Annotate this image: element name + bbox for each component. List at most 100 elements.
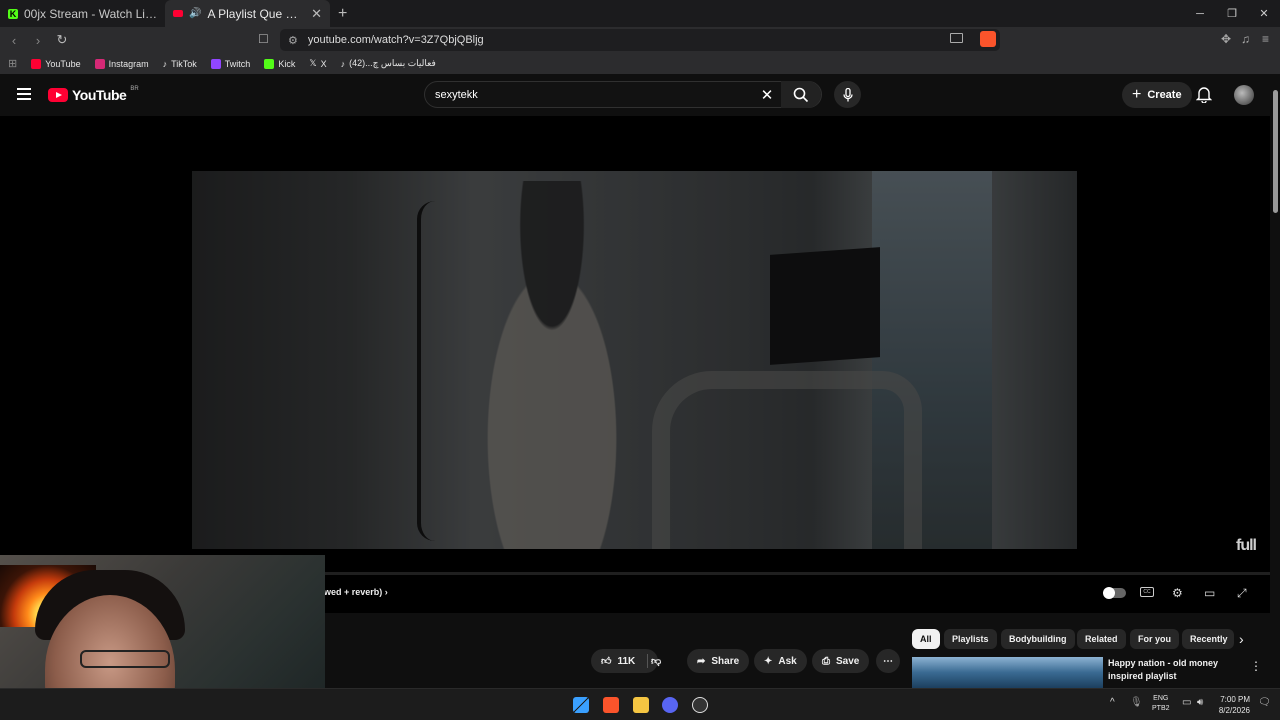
forward-button[interactable]: › bbox=[28, 33, 48, 48]
progress-bar[interactable] bbox=[325, 572, 1270, 575]
search-input[interactable] bbox=[435, 88, 753, 101]
tab-youtube[interactable]: 🔊 A Playlist Que Mantém o Gan ✕ bbox=[165, 0, 330, 27]
cast-icon[interactable] bbox=[950, 33, 963, 43]
page-scrollbar[interactable] bbox=[1270, 74, 1280, 688]
youtube-favicon-icon bbox=[173, 10, 183, 17]
recommendation-menu-icon[interactable]: ⋮ bbox=[1250, 659, 1262, 673]
brave-shield-icon[interactable] bbox=[980, 31, 996, 47]
chip-all[interactable]: All bbox=[912, 629, 940, 649]
reload-button[interactable]: ↻ bbox=[52, 32, 72, 48]
video-dim-overlay bbox=[192, 171, 1077, 549]
bookmark-kick[interactable]: Kick bbox=[264, 58, 295, 69]
recommendation-title[interactable]: Happy nation - old money inspired playli… bbox=[1108, 657, 1248, 683]
dislike-button[interactable]: 👎︎ bbox=[647, 649, 665, 673]
more-actions-button[interactable]: ⋯ bbox=[876, 649, 900, 673]
tab-title: A Playlist Que Mantém o Gan bbox=[207, 6, 305, 21]
chip-related[interactable]: Related bbox=[1077, 629, 1126, 649]
bookmark-tiktok-events[interactable]: ♪ فعاليات بساس چ...(42) bbox=[341, 58, 436, 69]
plus-icon: + bbox=[1132, 86, 1142, 103]
x-icon: 𝕏 bbox=[309, 58, 317, 68]
microphone-icon bbox=[842, 87, 853, 101]
chip-for-you[interactable]: For you bbox=[1130, 629, 1179, 649]
theater-mode-icon[interactable]: ▭ bbox=[1204, 586, 1215, 600]
volume-icon[interactable]: 🔊︎ bbox=[1197, 697, 1203, 708]
account-avatar[interactable] bbox=[1234, 85, 1254, 105]
search-button[interactable] bbox=[781, 81, 821, 108]
more-horizontal-icon: ⋯ bbox=[883, 655, 893, 667]
bookmark-tiktok[interactable]: ♪ TikTok bbox=[163, 59, 197, 69]
webcam-person-glasses bbox=[80, 650, 170, 668]
brave-browser-icon[interactable] bbox=[603, 697, 619, 713]
tiktok-icon: ♪ bbox=[340, 58, 346, 69]
thumbs-up-icon: 👍︎ bbox=[601, 656, 612, 667]
tab-kick[interactable]: K 00jx Stream - Watch Live on Kick bbox=[0, 0, 165, 27]
notification-center-icon[interactable]: 🗨︎ bbox=[1258, 697, 1271, 708]
twitch-icon bbox=[210, 58, 221, 69]
chip-playlists[interactable]: Playlists bbox=[944, 629, 997, 649]
recommendation-thumbnail[interactable] bbox=[912, 657, 1103, 688]
input-language[interactable]: ENG PTB2 bbox=[1152, 694, 1170, 714]
video-player[interactable]: full wed + reverb) › CC ⚙ ▭ ⤢ bbox=[0, 116, 1270, 613]
tray-expand-icon[interactable]: ^ bbox=[1110, 697, 1115, 708]
youtube-logo[interactable]: YouTube BR bbox=[48, 86, 139, 103]
notifications-bell-icon[interactable] bbox=[1196, 86, 1212, 103]
windows-start-icon[interactable] bbox=[573, 697, 589, 713]
share-button[interactable]: ➦ Share bbox=[687, 649, 750, 673]
create-button[interactable]: + Create bbox=[1122, 82, 1192, 108]
kick-icon bbox=[264, 58, 275, 69]
site-info-icon[interactable]: ⚙ bbox=[288, 34, 298, 47]
video-frame[interactable] bbox=[192, 171, 1077, 549]
close-window-button[interactable]: ✕ bbox=[1248, 0, 1280, 27]
scrollbar-thumb[interactable] bbox=[1273, 90, 1278, 213]
bookmarks-bar: ⊞ YouTube Instagram ♪ TikTok Twitch Kick … bbox=[0, 53, 1280, 74]
fullscreen-icon[interactable]: ⤢ bbox=[1237, 586, 1247, 601]
clear-search-icon[interactable]: ✕ bbox=[753, 86, 781, 104]
settings-gear-icon[interactable]: ⚙ bbox=[1172, 586, 1183, 600]
restore-button[interactable]: ❐ bbox=[1216, 0, 1248, 27]
guide-menu-icon[interactable] bbox=[17, 88, 31, 100]
youtube-icon bbox=[31, 58, 42, 69]
autoplay-toggle[interactable] bbox=[1103, 587, 1126, 599]
obs-icon[interactable] bbox=[692, 697, 708, 713]
save-button[interactable]: ⎙ Save bbox=[812, 649, 870, 673]
back-button[interactable]: ‹ bbox=[4, 33, 24, 48]
speaker-icon[interactable]: 🔊 bbox=[189, 8, 201, 19]
browser-tab-bar: K 00jx Stream - Watch Live on Kick 🔊 A P… bbox=[0, 0, 1280, 27]
minimize-button[interactable]: ─ bbox=[1184, 0, 1216, 27]
windows-taskbar: ^ 🎙︎ ENG PTB2 ▭ 🔊︎ 7:00 PM 8/2/2026 🗨︎ bbox=[0, 688, 1280, 720]
chip-bodybuilding[interactable]: Bodybuilding bbox=[1001, 629, 1075, 649]
bookmark-twitch[interactable]: Twitch bbox=[210, 58, 250, 69]
url-field[interactable]: ⚙ youtube.com/watch?v=3Z7QbjQBljg bbox=[280, 29, 1000, 51]
search-box: ✕ bbox=[424, 81, 822, 108]
taskbar-clock[interactable]: 7:00 PM 8/2/2026 bbox=[1219, 694, 1250, 716]
voice-search-button[interactable] bbox=[834, 81, 861, 108]
window-controls: ─ ❐ ✕ bbox=[1184, 0, 1280, 27]
close-tab-icon[interactable]: ✕ bbox=[311, 6, 322, 22]
tiktok-icon: ♪ bbox=[162, 58, 168, 69]
chip-recently[interactable]: Recently bbox=[1182, 629, 1234, 649]
chips-next-icon[interactable]: › bbox=[1239, 631, 1244, 647]
menu-icon[interactable]: ≡ bbox=[1262, 32, 1269, 46]
bookmark-icon[interactable]: ☐ bbox=[258, 32, 269, 46]
discord-icon[interactable] bbox=[662, 697, 678, 713]
new-tab-button[interactable]: + bbox=[338, 5, 347, 23]
file-explorer-icon[interactable] bbox=[633, 697, 649, 713]
kick-favicon-icon: K bbox=[8, 8, 18, 19]
network-icon[interactable]: ▭ bbox=[1182, 697, 1191, 708]
extensions-icon[interactable]: ✥ bbox=[1221, 32, 1231, 46]
bookmark-youtube[interactable]: YouTube bbox=[31, 58, 81, 69]
bookmark-instagram[interactable]: Instagram bbox=[94, 58, 149, 69]
subtitles-button[interactable]: CC bbox=[1140, 587, 1154, 597]
apps-grid-icon[interactable]: ⊞ bbox=[8, 57, 17, 70]
ask-button[interactable]: ✦ Ask bbox=[754, 649, 807, 673]
bookmark-x[interactable]: 𝕏X bbox=[309, 58, 326, 69]
thumbs-down-icon: 👎︎ bbox=[651, 656, 662, 667]
below-player-area: 👍︎ 11K 👎︎ ➦ Share ✦ Ask ⎙ Save ⋯ All Pla… bbox=[325, 613, 1270, 688]
youtube-play-icon bbox=[48, 88, 68, 102]
media-icon[interactable]: ♫ bbox=[1241, 32, 1250, 46]
instagram-icon bbox=[94, 58, 105, 69]
chapter-title[interactable]: wed + reverb) › bbox=[324, 587, 388, 597]
url-text: youtube.com/watch?v=3Z7QbjQBljg bbox=[307, 34, 484, 46]
channel-watermark[interactable]: full bbox=[1236, 537, 1257, 555]
tray-mic-icon[interactable]: 🎙︎ bbox=[1130, 697, 1143, 708]
